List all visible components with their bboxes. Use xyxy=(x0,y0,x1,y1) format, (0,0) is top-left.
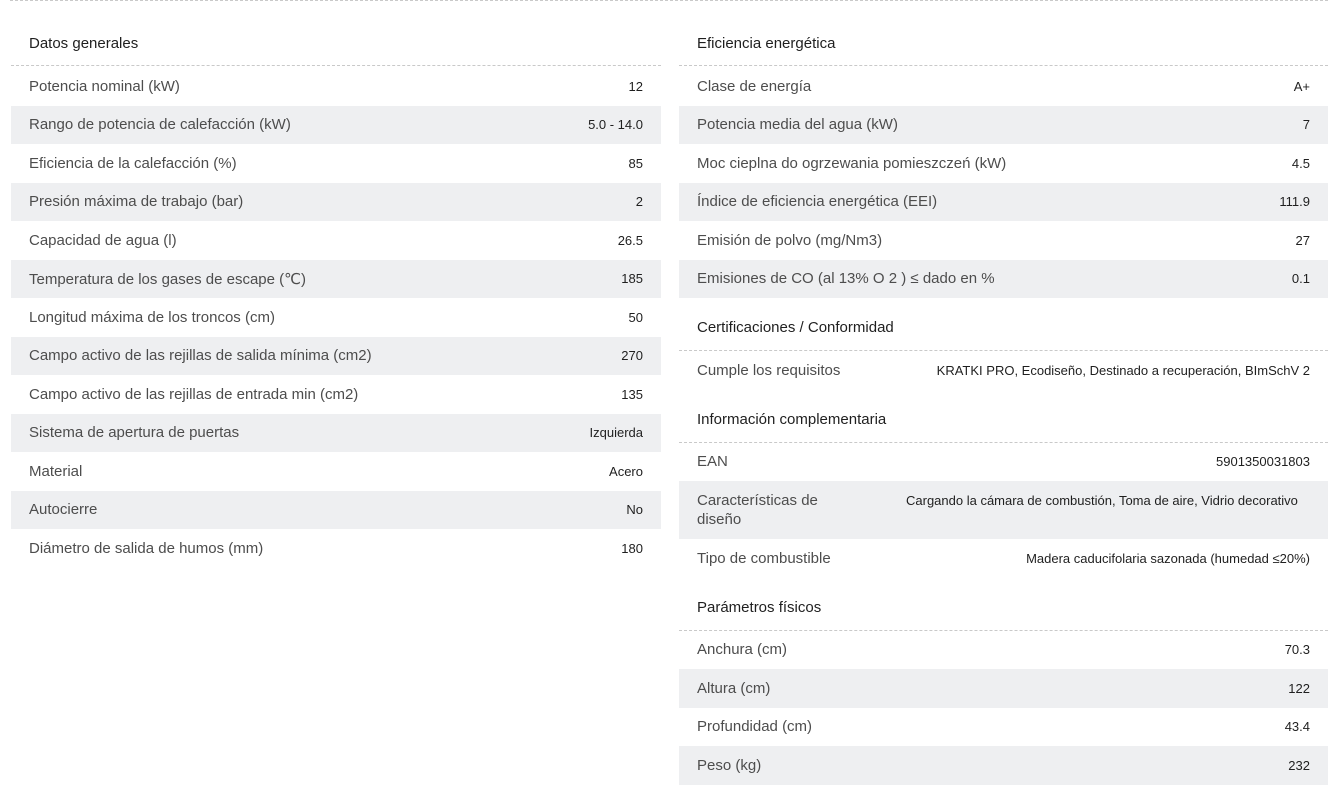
spec-value: 0.1 xyxy=(1291,271,1310,287)
spec-label: Sistema de apertura de puertas xyxy=(29,424,240,442)
spec-row: Autocierre No xyxy=(11,490,661,529)
section-title-efficiency: Eficiencia energética xyxy=(679,0,1328,66)
spec-value: 27 xyxy=(1295,232,1310,248)
spec-row: Rango de potencia de calefacción (kW) 5.0… xyxy=(11,105,661,144)
spec-value: 50 xyxy=(628,309,643,325)
spec-row: Altura (cm) 122 xyxy=(679,669,1328,708)
spec-label: Anchura (cm) xyxy=(697,641,788,659)
spec-label: Clase de energía xyxy=(697,77,812,95)
section-title-certifications: Certificaciones / Conformidad xyxy=(679,298,1328,351)
spec-value: 185 xyxy=(621,271,643,287)
spec-row: Potencia nominal (kW) 12 xyxy=(11,67,661,106)
spec-label: Presión máxima de trabajo (bar) xyxy=(29,193,244,211)
spec-value: 180 xyxy=(621,540,643,556)
spec-value: No xyxy=(626,502,643,518)
spec-row: Tipo de combustible Madera caducifolaria … xyxy=(679,539,1328,578)
spec-label: Índice de eficiencia energética (EEI) xyxy=(697,193,938,211)
spec-row: Longitud máxima de los troncos (cm) 50 xyxy=(11,298,661,337)
spec-row: Cumple los requisitos KRATKI PRO, Ecodise… xyxy=(679,351,1328,390)
physical-table: Anchura (cm) 70.3 Altura (cm) 122 Profundi… xyxy=(679,631,1328,785)
spec-label: Campo activo de las rejillas de entrada … xyxy=(29,385,359,403)
spec-value: 270 xyxy=(621,348,643,364)
spec-label: Material xyxy=(29,462,83,480)
spec-value: 122 xyxy=(1288,680,1310,696)
spec-label: Emisiones de CO (al 13% O 2 ) ≤ dado en … xyxy=(697,270,995,288)
spec-row: Clase de energía A+ xyxy=(679,67,1328,106)
spec-value: 26.5 xyxy=(617,232,643,248)
spec-row: Profundidad (cm) 43.4 xyxy=(679,708,1328,747)
spec-row: Presión máxima de trabajo (bar) 2 xyxy=(11,182,661,221)
spec-row: Características de diseño Cargando la cám… xyxy=(679,481,1328,539)
spec-label: Potencia media del agua (kW) xyxy=(697,116,898,134)
spec-value: Izquierda xyxy=(589,425,643,441)
spec-row: Diámetro de salida de humos (mm) 180 xyxy=(11,529,661,568)
spec-row: Anchura (cm) 70.3 xyxy=(679,631,1328,670)
spec-label: Cumple los requisitos xyxy=(697,361,841,379)
spec-row: Campo activo de las rejillas de entrada … xyxy=(11,375,661,414)
spec-row: Sistema de apertura de puertas Izquierda xyxy=(11,413,661,452)
spec-row: Eficiencia de la calefacción (%) 85 xyxy=(11,144,661,183)
spec-row: Potencia media del agua (kW) 7 xyxy=(679,105,1328,144)
spec-row: Emisión de polvo (mg/Nm3) 27 xyxy=(679,221,1328,260)
spec-row: Índice de eficiencia energética (EEI) 111… xyxy=(679,182,1328,221)
spec-label: Potencia nominal (kW) xyxy=(29,77,180,95)
spec-value: 5.0 - 14.0 xyxy=(588,117,643,133)
spec-value: 43.4 xyxy=(1284,719,1310,735)
spec-label: Longitud máxima de los troncos (cm) xyxy=(29,308,275,326)
spec-value: 4.5 xyxy=(1291,155,1310,171)
spec-label: Diámetro de salida de humos (mm) xyxy=(29,539,264,557)
spec-value: 7 xyxy=(1302,117,1310,133)
spec-label: Moc cieplna do ogrzewania pomieszczeń (k… xyxy=(697,154,1007,172)
spec-row: Emisiones de CO (al 13% O 2 ) ≤ dado en … xyxy=(679,259,1328,298)
spec-label: Emisión de polvo (mg/Nm3) xyxy=(697,231,883,249)
spec-value: 232 xyxy=(1288,757,1310,773)
spec-row: Capacidad de agua (l) 26.5 xyxy=(11,221,661,260)
spec-value: 70.3 xyxy=(1284,642,1310,658)
certifications-table: Cumple los requisitos KRATKI PRO, Ecodise… xyxy=(679,351,1328,390)
spec-value: 135 xyxy=(621,386,643,402)
spec-value: Cargando la cámara de combustión, Toma d… xyxy=(906,493,1298,508)
spec-label: Autocierre xyxy=(29,501,98,519)
spec-label: Características de diseño xyxy=(697,492,818,528)
right-column: Eficiencia energética Clase de energía A+… xyxy=(679,0,1328,785)
spec-label: EAN xyxy=(697,453,728,471)
spec-label: Peso (kg) xyxy=(697,756,762,774)
spec-value: 111.9 xyxy=(1279,194,1310,210)
spec-row: Material Acero xyxy=(11,452,661,491)
spec-row: EAN 5901350031803 xyxy=(679,443,1328,482)
spec-value: 2 xyxy=(635,194,643,210)
complementary-table: EAN 5901350031803 Características de dise… xyxy=(679,443,1328,578)
section-title-physical: Parámetros físicos xyxy=(679,578,1328,631)
spec-row: Moc cieplna do ogrzewania pomieszczeń (k… xyxy=(679,144,1328,183)
spec-label: Altura (cm) xyxy=(697,679,771,697)
spec-value: 85 xyxy=(628,155,643,171)
general-data-table: Potencia nominal (kW) 12 Rango de potenci… xyxy=(11,67,661,568)
spec-value: Madera caducifolaria sazonada (humedad ≤… xyxy=(1026,550,1310,566)
efficiency-table: Clase de energía A+ Potencia media del ag… xyxy=(679,67,1328,298)
spec-label: Tipo de combustible xyxy=(697,549,831,567)
spec-label: Rango de potencia de calefacción (kW) xyxy=(29,116,291,134)
section-title-complementary: Información complementaria xyxy=(679,390,1328,443)
spec-value: Acero xyxy=(609,463,643,479)
spec-row: Peso (kg) 232 xyxy=(679,746,1328,785)
section-title-general: Datos generales xyxy=(11,0,661,66)
spec-value: 5901350031803 xyxy=(1216,454,1310,470)
spec-label: Capacidad de agua (l) xyxy=(29,231,177,249)
spec-row: Campo activo de las rejillas de salida m… xyxy=(11,336,661,375)
spec-row: Temperatura de los gases de escape (℃) 18… xyxy=(11,259,661,298)
general-data-section: Datos generales Potencia nominal (kW) 12 … xyxy=(11,0,661,568)
spec-label: Temperatura de los gases de escape (℃) xyxy=(29,270,306,288)
spec-label: Eficiencia de la calefacción (%) xyxy=(29,154,237,172)
spec-label: Profundidad (cm) xyxy=(697,718,813,736)
spec-value: KRATKI PRO, Ecodiseño, Destinado a recup… xyxy=(936,362,1310,378)
spec-value: 12 xyxy=(628,78,643,94)
spec-label: Campo activo de las rejillas de salida m… xyxy=(29,347,372,365)
spec-value: A+ xyxy=(1293,78,1310,94)
